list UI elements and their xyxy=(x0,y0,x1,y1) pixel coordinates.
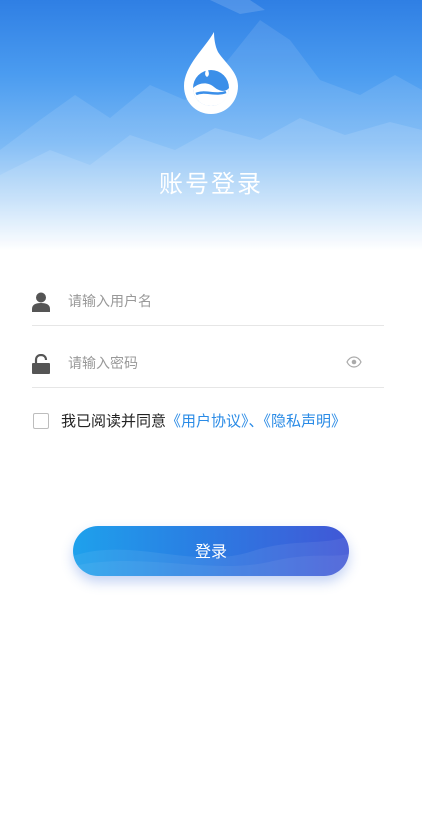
eye-icon[interactable] xyxy=(346,356,362,368)
login-button-label: 登录 xyxy=(194,542,227,561)
header-banner: 账号登录 xyxy=(0,0,422,250)
lock-icon xyxy=(32,354,50,374)
login-page: 账号登录 我已阅读并同意《用户协议》、《隐私声明》 登录 xyxy=(0,0,422,824)
agreement-separator: 、 xyxy=(248,412,264,430)
water-drop-logo xyxy=(184,32,238,114)
agreement-text: 我已阅读并同意《用户协议》、《隐私声明》 xyxy=(61,411,346,431)
password-input[interactable] xyxy=(68,352,338,376)
page-title: 账号登录 xyxy=(159,170,263,198)
privacy-policy-link[interactable]: 《隐私声明》 xyxy=(264,412,347,430)
password-divider xyxy=(32,387,384,388)
username-input[interactable] xyxy=(68,290,338,314)
password-field xyxy=(32,348,384,388)
agreement-prefix: 我已阅读并同意 xyxy=(61,412,167,430)
username-field xyxy=(32,286,384,326)
agreement-checkbox[interactable] xyxy=(33,413,49,429)
user-agreement-link[interactable]: 《用户协议》 xyxy=(166,412,249,430)
login-button[interactable]: 登录 xyxy=(73,526,349,576)
user-icon xyxy=(32,292,50,312)
username-divider xyxy=(32,325,384,326)
